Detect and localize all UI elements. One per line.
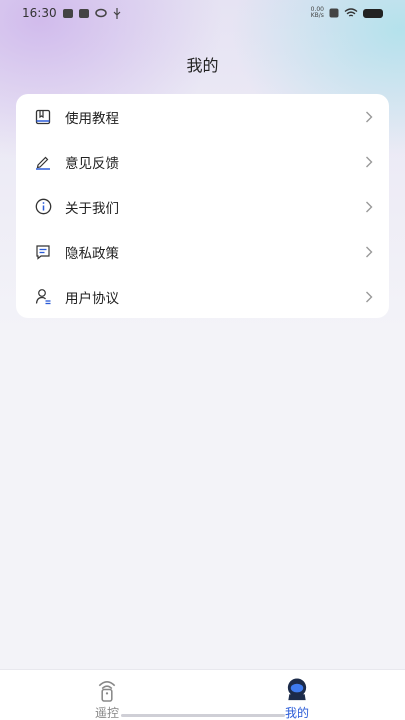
menu-item-user-agreement[interactable]: 用户协议 [16,274,389,319]
user-agreement-icon [34,288,52,306]
chevron-right-icon [366,291,373,302]
menu-item-label: 使用教程 [65,110,119,127]
page-title: 我的 [186,56,219,75]
chevron-right-icon [366,156,373,167]
tab-remote-label: 遥控 [94,706,119,720]
nfc-icon [329,8,339,18]
notification-icon [62,8,73,18]
profile-icon [287,678,307,701]
bottom-navigation: 遥控 我的 [0,669,405,720]
tab-mine-label: 我的 [284,706,309,720]
menu-item-label: 用户协议 [65,290,119,307]
chevron-right-icon [366,111,373,122]
chevron-right-icon [366,201,373,212]
menu-item-privacy-policy[interactable]: 隐私政策 [16,229,389,274]
home-indicator[interactable] [121,714,285,717]
remote-icon [98,681,116,702]
menu-item-about-us[interactable]: 关于我们 [16,184,389,229]
tab-remote[interactable]: 遥控 [47,670,167,720]
status-bar: 16:30 0.00 KB/s [0,0,405,26]
battery-icon [363,8,383,18]
settings-menu-card: 使用教程 意见反馈 关于我们 隐私政策 用户协议 [16,94,389,318]
chevron-right-icon [366,246,373,257]
book-icon [34,108,52,126]
status-left: 16:30 [22,6,121,20]
edit-pen-icon [34,153,52,171]
message-icon [78,8,89,18]
wifi-icon [344,8,358,17]
status-time: 16:30 [22,6,57,20]
status-right: 0.00 KB/s [311,7,383,19]
document-icon [34,243,52,261]
usb-icon [113,7,121,19]
network-speed: 0.00 KB/s [311,7,324,19]
network-speed-unit: KB/s [310,12,324,19]
info-icon [34,198,52,216]
menu-item-tutorial[interactable]: 使用教程 [16,94,389,139]
menu-item-feedback[interactable]: 意见反馈 [16,139,389,184]
tab-mine[interactable]: 我的 [237,670,357,720]
menu-item-label: 意见反馈 [65,155,119,172]
sync-icon [94,8,107,18]
menu-item-label: 关于我们 [65,200,119,217]
menu-item-label: 隐私政策 [65,245,119,262]
